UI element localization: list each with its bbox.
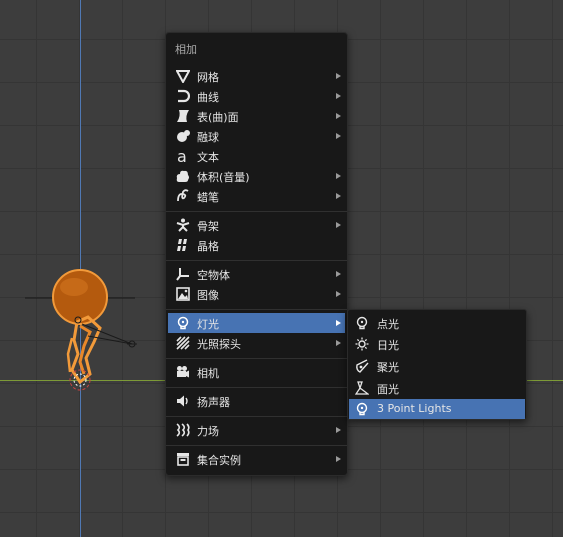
menu-item-speaker[interactable]: 扬声器: [168, 391, 345, 411]
light-submenu: 点光 日光 聚光 面光 3 Point Lights: [347, 309, 527, 420]
submenu-item-label: 日光: [377, 339, 399, 352]
force-field-icon: [176, 423, 190, 437]
submenu-arrow-icon: [336, 113, 341, 119]
menu-item-empty[interactable]: 空物体: [168, 264, 345, 284]
empty-icon: [176, 268, 189, 281]
menu-item-light-probe[interactable]: 光照探头: [168, 333, 345, 353]
menu-item-camera[interactable]: 相机: [168, 362, 345, 382]
armature-icon: [176, 218, 190, 232]
submenu-arrow-icon: [336, 291, 341, 297]
submenu-item-label: 面光: [377, 383, 399, 396]
spot-light-icon: [356, 359, 369, 373]
grease-pencil-icon: [177, 189, 189, 202]
submenu-item-area-light[interactable]: 面光: [349, 378, 525, 398]
submenu-item-sun-light[interactable]: 日光: [349, 334, 525, 354]
text-icon: a: [177, 149, 187, 163]
submenu-arrow-icon: [336, 456, 341, 462]
sun-light-icon: [355, 337, 369, 351]
menu-item-label: 融球: [197, 131, 219, 144]
menu-item-label: 空物体: [197, 269, 230, 282]
menu-separator: [166, 211, 347, 212]
light-icon: [177, 316, 189, 330]
submenu-arrow-icon: [336, 173, 341, 179]
submenu-arrow-icon: [336, 73, 341, 79]
menu-item-label: 晶格: [197, 240, 219, 253]
menu-title: 相加: [175, 43, 197, 56]
menu-separator: [166, 416, 347, 417]
menu-item-mesh[interactable]: 网格: [168, 66, 345, 86]
camera-icon: [177, 366, 189, 378]
volume-icon: [176, 170, 189, 182]
submenu-item-label: 点光: [377, 318, 399, 331]
menu-item-text[interactable]: a 文本: [168, 146, 345, 166]
surface-icon: [177, 110, 189, 122]
menu-item-label: 相机: [197, 367, 219, 380]
add-menu: 相加 网格 曲线 表(曲)面 融球 a 文本 体积(音量) 蜡笔 骨架 晶格 空…: [165, 32, 348, 476]
menu-separator: [166, 260, 347, 261]
menu-item-light[interactable]: 灯光: [168, 313, 345, 333]
submenu-arrow-icon: [336, 93, 341, 99]
submenu-arrow-icon: [336, 222, 341, 228]
menu-separator: [166, 358, 347, 359]
menu-item-label: 图像: [197, 289, 219, 302]
submenu-item-spot-light[interactable]: 聚光: [349, 356, 525, 376]
mesh-icon: [176, 70, 190, 83]
menu-item-label: 集合实例: [197, 454, 241, 467]
menu-item-label: 灯光: [197, 318, 219, 331]
menu-item-volume[interactable]: 体积(音量): [168, 166, 345, 186]
submenu-item-3-point-lights[interactable]: 3 Point Lights: [349, 399, 525, 419]
submenu-arrow-icon: [336, 340, 341, 346]
menu-item-surface[interactable]: 表(曲)面: [168, 106, 345, 126]
speaker-icon: [177, 395, 188, 407]
menu-item-label: 力场: [197, 425, 219, 438]
menu-item-label: 扬声器: [197, 396, 230, 409]
menu-separator: [166, 387, 347, 388]
viewport-character-model[interactable]: [22, 262, 142, 397]
metaball-icon: [177, 130, 190, 142]
submenu-arrow-icon: [336, 133, 341, 139]
menu-item-label: 蜡笔: [197, 191, 219, 204]
menu-item-collection-instance[interactable]: 集合实例: [168, 449, 345, 469]
menu-item-metaball[interactable]: 融球: [168, 126, 345, 146]
menu-item-label: 文本: [197, 151, 219, 164]
menu-item-label: 体积(音量): [197, 171, 250, 184]
lattice-icon: [177, 239, 187, 251]
submenu-arrow-icon: [336, 193, 341, 199]
menu-item-grease-pencil[interactable]: 蜡笔: [168, 186, 345, 206]
submenu-arrow-icon: [336, 427, 341, 433]
menu-separator: [166, 309, 347, 310]
menu-separator: [166, 445, 347, 446]
menu-item-curve[interactable]: 曲线: [168, 86, 345, 106]
point-light-icon: [356, 316, 368, 330]
menu-item-force-field[interactable]: 力场: [168, 420, 345, 440]
light-probe-icon: [176, 336, 190, 350]
submenu-item-point-light[interactable]: 点光: [349, 313, 525, 333]
image-icon: [176, 287, 190, 301]
three-point-lights-icon: [356, 402, 368, 416]
menu-item-label: 网格: [197, 71, 219, 84]
submenu-arrow-icon: [336, 271, 341, 277]
area-light-icon: [355, 381, 369, 395]
menu-item-image[interactable]: 图像: [168, 284, 345, 304]
menu-item-lattice[interactable]: 晶格: [168, 235, 345, 255]
menu-item-label: 表(曲)面: [197, 111, 239, 124]
menu-item-label: 光照探头: [197, 338, 241, 351]
menu-item-armature[interactable]: 骨架: [168, 215, 345, 235]
submenu-item-label: 3 Point Lights: [377, 402, 452, 415]
menu-item-label: 骨架: [197, 220, 219, 233]
collection-instance-icon: [177, 453, 189, 466]
submenu-arrow-icon: [336, 320, 341, 326]
menu-item-label: 曲线: [197, 91, 219, 104]
curve-icon: [178, 89, 190, 103]
svg-text:a: a: [177, 149, 187, 163]
submenu-item-label: 聚光: [377, 361, 399, 374]
